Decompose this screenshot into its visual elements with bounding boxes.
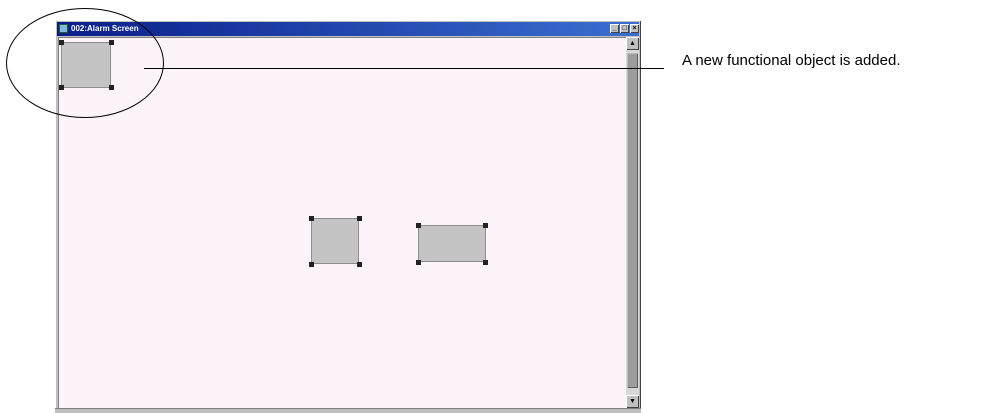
resize-handle[interactable] (357, 262, 362, 267)
scroll-up-button[interactable]: ▲ (626, 37, 639, 50)
functional-object-square[interactable] (311, 218, 359, 264)
resize-handle[interactable] (416, 223, 421, 228)
resize-handle[interactable] (416, 260, 421, 265)
scroll-down-button[interactable]: ▼ (626, 395, 639, 408)
functional-object-wide[interactable] (418, 225, 486, 262)
status-bar (55, 408, 641, 413)
resize-handle[interactable] (309, 262, 314, 267)
resize-handle[interactable] (483, 223, 488, 228)
minimize-button[interactable]: _ (610, 24, 619, 33)
close-button[interactable]: × (630, 24, 639, 33)
resize-handle[interactable] (309, 216, 314, 221)
resize-handle[interactable] (483, 260, 488, 265)
callout-text: A new functional object is added. (682, 52, 901, 69)
scrollbar-thumb[interactable] (627, 53, 638, 388)
highlight-circle (6, 8, 164, 118)
resize-handle[interactable] (357, 216, 362, 221)
vertical-scrollbar[interactable]: ▲ ▼ (626, 37, 639, 408)
callout-line (144, 68, 664, 69)
maximize-button[interactable]: □ (620, 24, 629, 33)
